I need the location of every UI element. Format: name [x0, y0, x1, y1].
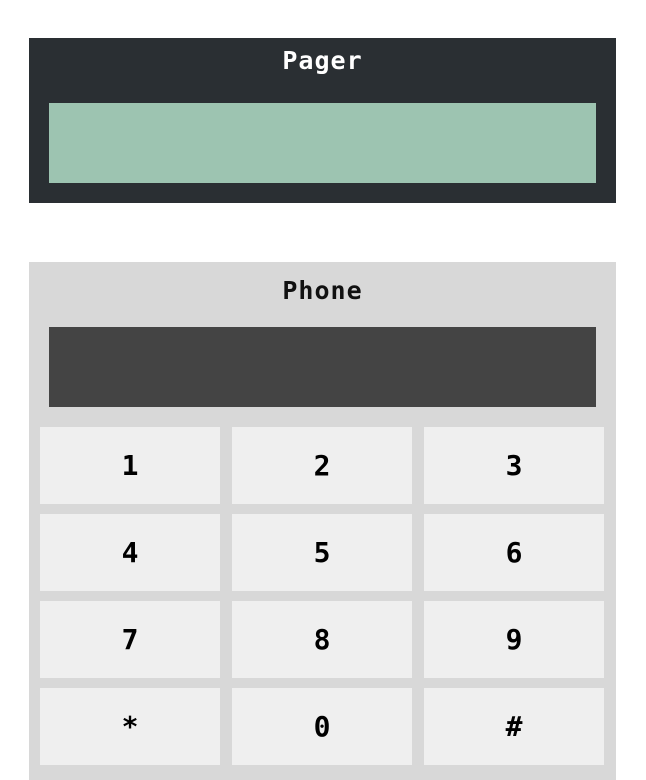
key-8-button[interactable]: 8	[232, 601, 412, 678]
phone-keypad: 1 2 3 4 5 6 7 8 9 * 0 #	[40, 427, 605, 765]
key-2-button[interactable]: 2	[232, 427, 412, 504]
key-3-button[interactable]: 3	[424, 427, 604, 504]
pager-title: Pager	[282, 46, 363, 75]
pager-screen	[49, 103, 596, 183]
key-6-button[interactable]: 6	[424, 514, 604, 591]
key-5-button[interactable]: 5	[232, 514, 412, 591]
key-9-button[interactable]: 9	[424, 601, 604, 678]
phone-title: Phone	[282, 276, 363, 305]
key-star-button[interactable]: *	[40, 688, 220, 765]
pager-panel: Pager	[29, 38, 616, 203]
key-4-button[interactable]: 4	[40, 514, 220, 591]
phone-display	[49, 327, 596, 407]
key-7-button[interactable]: 7	[40, 601, 220, 678]
key-hash-button[interactable]: #	[424, 688, 604, 765]
key-0-button[interactable]: 0	[232, 688, 412, 765]
phone-panel: Phone 1 2 3 4 5 6 7 8 9 * 0 #	[29, 262, 616, 780]
key-1-button[interactable]: 1	[40, 427, 220, 504]
